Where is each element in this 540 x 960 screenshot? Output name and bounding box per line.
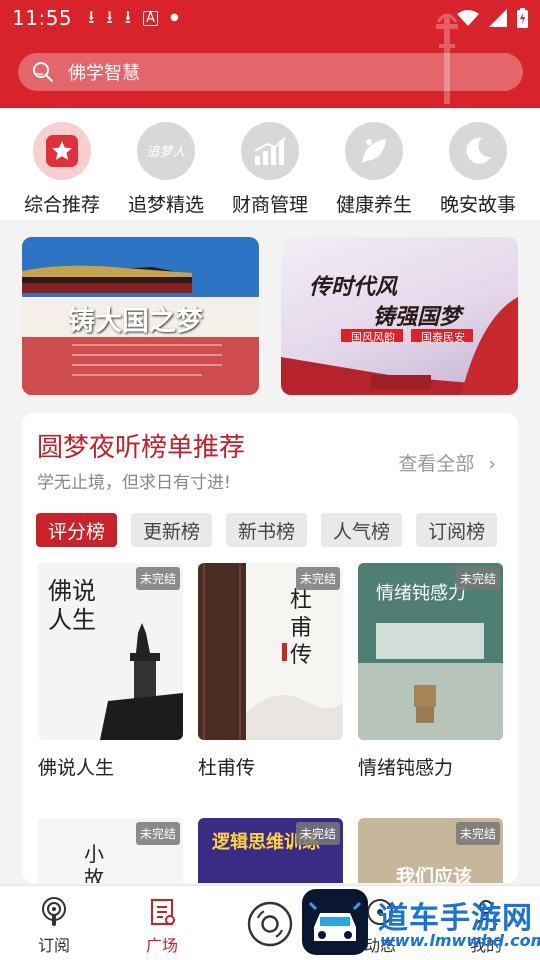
ranking-card: 圆梦夜听榜单推荐 学无止境，但求日有寸进! 查看全部 › 评分榜 更新榜 新书榜…: [22, 413, 518, 883]
category-bedtime[interactable]: 晚安故事: [428, 122, 528, 220]
book-cover[interactable]: 小故事 未完结: [38, 818, 183, 883]
nav-label: 订阅: [37, 936, 70, 955]
svg-text:追梦人: 追梦人: [146, 145, 185, 160]
disc-icon: [247, 901, 293, 947]
site-watermark: 道车手游网 www.lmwwbd.com: [300, 885, 540, 960]
category-recommend[interactable]: 综合推荐: [12, 122, 112, 220]
cover-text: 情绪钝感力: [376, 583, 466, 604]
banner-title-line2: 铸强国梦: [373, 304, 462, 330]
nav-player[interactable]: [230, 886, 310, 960]
book-cover[interactable]: 逻辑思维训练 未完结: [198, 818, 343, 883]
tab-updates[interactable]: 更新榜: [131, 513, 213, 547]
cover-text: 小故事: [84, 842, 104, 883]
ranking-title: 圆梦夜听榜单推荐: [37, 433, 246, 463]
status-bar: 11:55 ⭳ ⭳ ⭳ A ●: [0, 0, 540, 36]
download-icon: ⭳: [124, 7, 132, 28]
watermark-url: www.lmwwbd.com: [380, 931, 540, 950]
font-icon: A: [143, 10, 158, 26]
cover-text: 我们应该: [396, 866, 473, 883]
category-label: 财商管理: [231, 194, 308, 216]
status-badge: 未完结: [135, 567, 180, 590]
chevron-right-icon: ›: [488, 453, 496, 475]
banner-era-wind[interactable]: 传时代风 铸强国梦 国风风韵 国泰民安: [281, 237, 518, 395]
tab-rating[interactable]: 评分榜: [36, 513, 118, 547]
square-list-icon: [151, 899, 175, 925]
category-health[interactable]: 健康养生: [324, 122, 424, 220]
banner-dream-of-nation[interactable]: 铸大国之梦: [22, 237, 259, 395]
book-cover[interactable]: 佛说人生 未完结: [38, 563, 183, 740]
ranking-tabs: 评分榜 更新榜 新书榜 人气榜 订阅榜: [36, 513, 498, 547]
leaf-icon: [362, 139, 386, 163]
view-all-link[interactable]: 查看全部 ›: [398, 449, 496, 476]
car-logo-icon: [302, 889, 368, 955]
book-title[interactable]: 佛说人生: [38, 753, 114, 780]
bar-chart-icon: [254, 137, 286, 165]
category-finance[interactable]: 财商管理: [220, 122, 320, 220]
cover-text: 杜甫传: [290, 588, 313, 668]
category-label: 晚安故事: [439, 194, 516, 216]
tab-new-books[interactable]: 新书榜: [226, 513, 308, 547]
book-cover[interactable]: 杜甫传 未完结: [198, 563, 343, 740]
book-cover[interactable]: 情绪钝感力 未完结: [358, 563, 503, 740]
signal-icon: [489, 9, 507, 27]
battery-icon: [517, 8, 528, 28]
category-label: 追梦精选: [127, 194, 204, 216]
podcast-icon: [42, 897, 66, 926]
ranking-subtitle: 学无止境，但求日有寸进!: [37, 473, 231, 493]
status-badge: 未完结: [455, 567, 500, 590]
banner-title-line1: 传时代风: [309, 274, 398, 300]
search-icon: [33, 62, 54, 83]
search-input[interactable]: 佛学智慧: [18, 53, 523, 91]
tab-subscriptions[interactable]: 订阅榜: [416, 513, 498, 547]
cover-text: 佛说人生: [48, 577, 96, 634]
status-badge: 未完结: [295, 822, 340, 845]
book-title[interactable]: 情绪钝感力: [358, 753, 453, 780]
star-icon: [46, 135, 78, 167]
banner-tag: 国泰民安: [421, 331, 465, 344]
nav-square[interactable]: 广场: [122, 886, 202, 960]
category-label: 健康养生: [335, 194, 412, 216]
status-badge: 未完结: [135, 822, 180, 845]
wifi-icon: [457, 10, 479, 26]
header: 11:55 ⭳ ⭳ ⭳ A ● 佛学智慧: [0, 0, 540, 108]
moon-icon: [466, 137, 491, 164]
search-placeholder: 佛学智慧: [68, 63, 140, 84]
download-icon: ⭳: [88, 7, 95, 28]
tab-popular[interactable]: 人气榜: [321, 513, 403, 547]
dot-icon: ●: [169, 12, 179, 23]
category-row: 综合推荐 追梦人 追梦精选 财商管理 健康养生 晚安故事: [0, 108, 540, 220]
book-cover[interactable]: 我们应该 未完结: [358, 818, 503, 883]
nav-subscribe[interactable]: 订阅: [14, 886, 94, 960]
book-title[interactable]: 杜甫传: [198, 753, 255, 780]
dream-icon: 追梦人: [146, 145, 185, 160]
download-icon: ⭳: [106, 7, 113, 28]
category-label: 综合推荐: [23, 194, 100, 216]
system-icons: [457, 8, 528, 28]
category-dream[interactable]: 追梦人 追梦精选: [116, 122, 216, 220]
notification-icons: ⭳ ⭳ ⭳ A ●: [88, 9, 179, 27]
status-badge: 未完结: [295, 567, 340, 590]
view-all-label: 查看全部: [398, 453, 475, 475]
banner-tag: 国风风韵: [351, 331, 395, 344]
banner-title: 铸大国之梦: [68, 306, 203, 337]
status-time: 11:55: [12, 6, 73, 30]
nav-label: 广场: [145, 936, 178, 955]
status-badge: 未完结: [455, 822, 500, 845]
